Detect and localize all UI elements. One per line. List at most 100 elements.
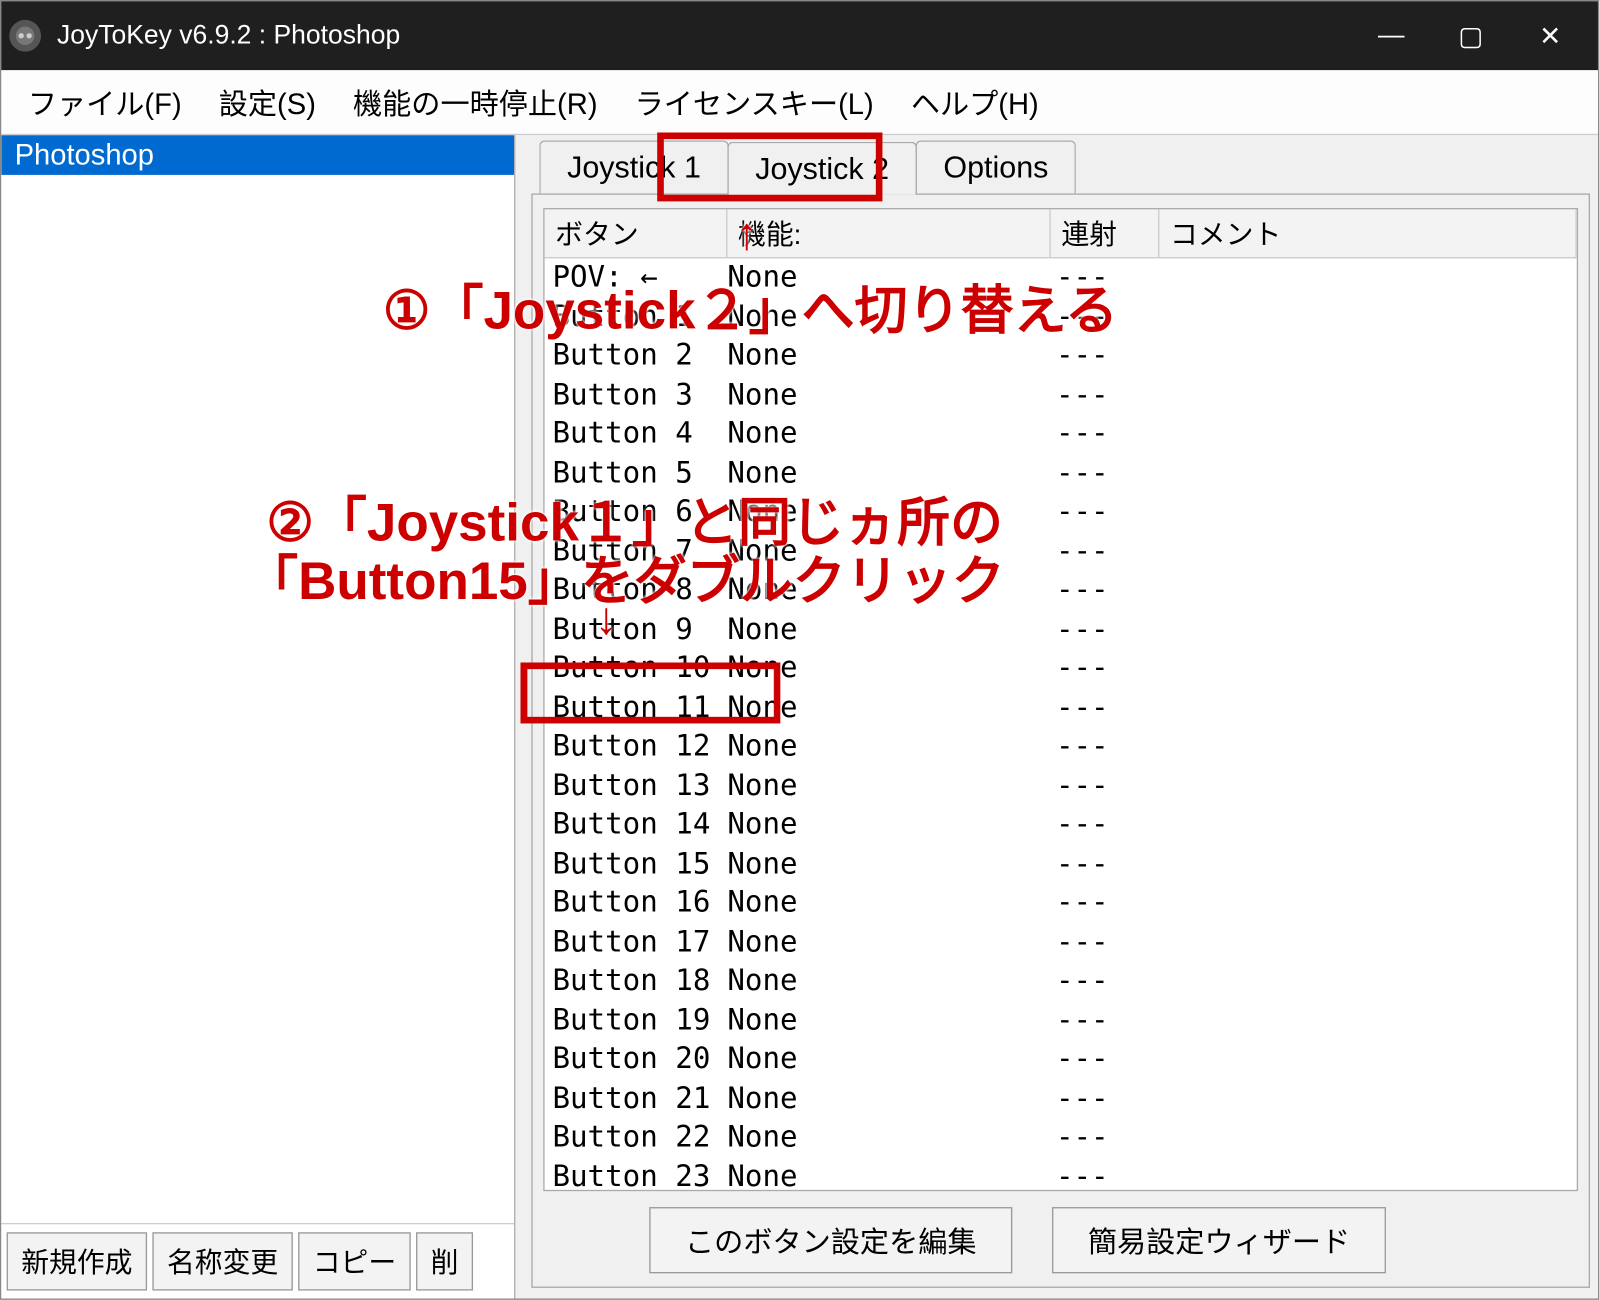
cell-button: Button 6 (550, 493, 728, 532)
cell-button: Button 1 (550, 297, 728, 336)
cell-comment (1162, 337, 1571, 376)
cell-comment (1162, 1040, 1571, 1079)
cell-function: None (727, 727, 1056, 766)
titlebar: JoyToKey v6.9.2 : Photoshop — ▢ ✕ (1, 1, 1598, 70)
cell-function: None (727, 571, 1056, 610)
profile-item-selected[interactable]: Photoshop (1, 135, 514, 175)
table-row[interactable]: POV: ←None--- (545, 258, 1577, 297)
cell-function: None (727, 297, 1056, 336)
cell-rapid: --- (1056, 571, 1162, 610)
cell-button: Button 3 (550, 376, 728, 415)
cell-button: Button 14 (550, 806, 728, 845)
table-header: ボタン 機能: 連射 コメント (545, 209, 1577, 258)
tab-options[interactable]: Options (916, 140, 1077, 193)
table-row[interactable]: Button 21None--- (545, 1079, 1577, 1118)
cell-function: None (727, 688, 1056, 727)
table-row[interactable]: Button 4None--- (545, 415, 1577, 454)
table-row[interactable]: Button 18None--- (545, 962, 1577, 1001)
table-row[interactable]: Button 20None--- (545, 1040, 1577, 1079)
maximize-button[interactable]: ▢ (1431, 1, 1511, 70)
cell-button: Button 2 (550, 337, 728, 376)
cell-button: Button 17 (550, 923, 728, 962)
cell-rapid: --- (1056, 1001, 1162, 1040)
table-row[interactable]: Button 22None--- (545, 1118, 1577, 1157)
table-row[interactable]: Button 1None--- (545, 297, 1577, 336)
cell-comment (1162, 1118, 1571, 1157)
table-row[interactable]: Button 5None--- (545, 454, 1577, 493)
cell-comment (1162, 649, 1571, 688)
cell-function: None (727, 1040, 1056, 1079)
cell-comment (1162, 1157, 1571, 1189)
cell-button: Button 19 (550, 1001, 728, 1040)
table-row[interactable]: Button 17None--- (545, 923, 1577, 962)
cell-function: None (727, 532, 1056, 571)
cell-rapid: --- (1056, 258, 1162, 297)
table-row[interactable]: Button 3None--- (545, 376, 1577, 415)
menu-help[interactable]: ヘルプ(H) (892, 76, 1057, 129)
close-button[interactable]: ✕ (1511, 1, 1591, 70)
copy-profile-button[interactable]: コピー (298, 1232, 411, 1290)
cell-button: Button 7 (550, 532, 728, 571)
easy-setup-wizard[interactable]: 簡易設定ウィザード (1052, 1207, 1386, 1273)
cell-function: None (727, 649, 1056, 688)
col-function[interactable]: 機能: (727, 209, 1050, 257)
table-row[interactable]: Button 2None--- (545, 337, 1577, 376)
new-profile-button[interactable]: 新規作成 (7, 1232, 147, 1290)
tab-joystick2[interactable]: Joystick 2 (727, 142, 916, 195)
table-row[interactable]: Button 19None--- (545, 1001, 1577, 1040)
window-title: JoyToKey v6.9.2 : Photoshop (57, 21, 1352, 51)
menubar: ファイル(F) 設定(S) 機能の一時停止(R) ライセンスキー(L) ヘルプ(… (1, 70, 1598, 135)
col-comment[interactable]: コメント (1159, 209, 1576, 257)
cell-comment (1162, 845, 1571, 884)
tab-joystick1[interactable]: Joystick 1 (539, 140, 728, 193)
table-row[interactable]: Button 6None--- (545, 493, 1577, 532)
cell-comment (1162, 376, 1571, 415)
profile-list[interactable]: Photoshop (1, 135, 514, 1223)
table-row[interactable]: Button 9None--- (545, 610, 1577, 649)
cell-function: None (727, 610, 1056, 649)
rename-profile-button[interactable]: 名称変更 (152, 1232, 292, 1290)
minimize-button[interactable]: — (1352, 1, 1432, 70)
table-body[interactable]: POV: ←None---Button 1None---Button 2None… (545, 258, 1577, 1189)
cell-comment (1162, 727, 1571, 766)
table-row[interactable]: Button 23None--- (545, 1157, 1577, 1189)
cell-rapid: --- (1056, 532, 1162, 571)
cell-button: Button 8 (550, 571, 728, 610)
cell-button: Button 4 (550, 415, 728, 454)
table-row[interactable]: Button 16None--- (545, 884, 1577, 923)
cell-comment (1162, 1001, 1571, 1040)
cell-function: None (727, 884, 1056, 923)
cell-function: None (727, 962, 1056, 1001)
cell-rapid: --- (1056, 767, 1162, 806)
menu-license[interactable]: ライセンスキー(L) (616, 76, 892, 129)
cell-button: Button 21 (550, 1079, 728, 1118)
table-row[interactable]: Button 11None--- (545, 688, 1577, 727)
tab-strip: Joystick 1 Joystick 2 Options (531, 140, 1590, 193)
col-button[interactable]: ボタン (545, 209, 728, 257)
table-row[interactable]: Button 8None--- (545, 571, 1577, 610)
cell-function: None (727, 1118, 1056, 1157)
delete-profile-button[interactable]: 削 (416, 1232, 473, 1290)
cell-comment (1162, 767, 1571, 806)
mapping-table: ボタン 機能: 連射 コメント POV: ←None---Button 1Non… (543, 208, 1578, 1191)
cell-button: Button 18 (550, 962, 728, 1001)
cell-comment (1162, 884, 1571, 923)
profile-sidebar: Photoshop 新規作成 名称変更 コピー 削 (1, 135, 515, 1298)
cell-button: Button 13 (550, 767, 728, 806)
table-row[interactable]: Button 14None--- (545, 806, 1577, 845)
table-row[interactable]: Button 12None--- (545, 727, 1577, 766)
table-row[interactable]: Button 10None--- (545, 649, 1577, 688)
cell-rapid: --- (1056, 493, 1162, 532)
menu-file[interactable]: ファイル(F) (9, 76, 200, 129)
menu-settings[interactable]: 設定(S) (200, 76, 334, 129)
cell-comment (1162, 923, 1571, 962)
cell-function: None (727, 1157, 1056, 1189)
table-row[interactable]: Button 15None--- (545, 845, 1577, 884)
table-row[interactable]: Button 13None--- (545, 767, 1577, 806)
menu-pause[interactable]: 機能の一時停止(R) (334, 76, 616, 129)
edit-button-settings[interactable]: このボタン設定を編集 (649, 1207, 1012, 1273)
cell-rapid: --- (1056, 688, 1162, 727)
table-row[interactable]: Button 7None--- (545, 532, 1577, 571)
cell-rapid: --- (1056, 649, 1162, 688)
col-rapid[interactable]: 連射 (1051, 209, 1160, 257)
